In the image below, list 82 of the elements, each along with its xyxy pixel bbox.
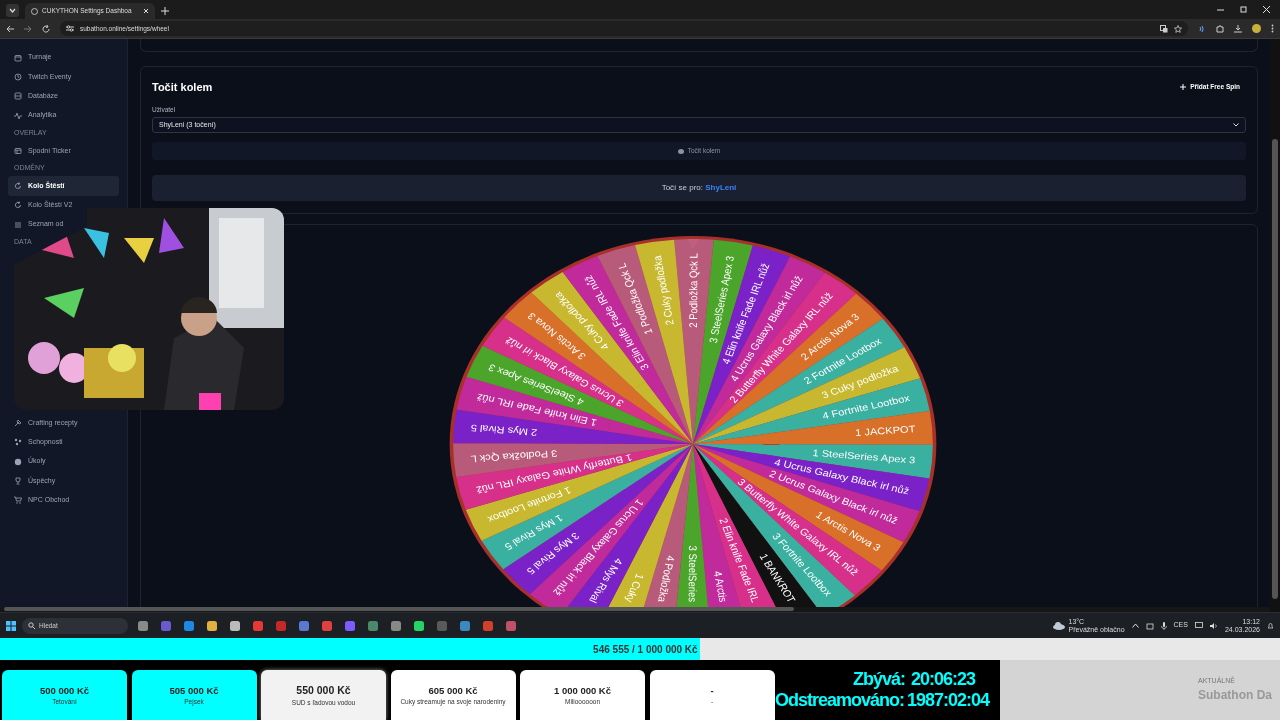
scrollbar[interactable] [1272, 139, 1278, 599]
goal-amount: 550 000 Kč [296, 683, 351, 699]
timer-value: 1987:02:04 [907, 690, 990, 711]
app-icon[interactable] [343, 619, 356, 632]
goal-amount: 500 000 Kč [39, 683, 90, 698]
segment-label: 1 JACKPOT [854, 424, 916, 439]
segment-label: 2 Podložka Qck L [687, 253, 700, 328]
chevron-up-icon[interactable] [1131, 623, 1139, 628]
translate-icon[interactable] [1160, 24, 1168, 33]
globe-icon [31, 7, 38, 15]
app-icon[interactable] [320, 619, 333, 632]
minimize-icon[interactable] [1217, 6, 1224, 13]
avatar-icon[interactable] [1252, 24, 1261, 33]
progress-text: 546 555 / 1 000 000 Kč [593, 642, 698, 657]
cloud-icon [1052, 621, 1065, 630]
pulse-icon [14, 111, 22, 120]
panel-icon [14, 146, 22, 155]
forward-icon[interactable] [24, 24, 32, 33]
segment-label: 3 Podložka Qck L [470, 448, 558, 465]
panel-title: Točit kolem [152, 80, 213, 95]
app-icon[interactable] [136, 619, 149, 632]
chevron-down-icon [1233, 123, 1239, 128]
database-icon [14, 92, 22, 101]
reload-icon[interactable] [42, 24, 50, 33]
segment-label: 2 Cuky podložka [651, 255, 676, 327]
app-icon[interactable] [205, 619, 218, 632]
tray-icon[interactable] [1145, 621, 1154, 630]
site-info-icon [66, 25, 74, 32]
hammer-icon [14, 419, 22, 428]
timer-value: 20:06:23 [911, 669, 976, 690]
restore-icon[interactable] [1240, 6, 1247, 13]
segment-label: 1 SteelSeries Apex 3 [812, 447, 916, 466]
download-icon[interactable] [1234, 24, 1242, 33]
circle-icon [14, 457, 22, 466]
refresh-icon [14, 182, 22, 191]
back-icon[interactable] [6, 24, 14, 33]
segment-label: 4 Arctis [711, 570, 730, 604]
speaker-icon[interactable] [1209, 621, 1218, 630]
app-icon[interactable] [458, 619, 471, 632]
app-icon[interactable] [504, 619, 517, 632]
plus-icon [1180, 84, 1187, 91]
new-tab-icon[interactable] [161, 7, 169, 15]
goal-amount: 605 000 Kč [428, 683, 478, 698]
windows-icon[interactable] [6, 620, 16, 631]
app-icon[interactable] [389, 619, 402, 632]
star-icon[interactable] [1174, 24, 1182, 33]
app-icon[interactable] [228, 619, 241, 632]
app-icon[interactable] [182, 619, 195, 632]
monitor-icon[interactable] [1194, 622, 1203, 629]
close-icon[interactable] [1263, 6, 1270, 13]
timer-label: Zbývá: [853, 669, 906, 690]
timer-label: Odstreamováno: [775, 690, 905, 711]
list-icon [14, 220, 22, 229]
refresh-icon [14, 201, 22, 210]
app-icon[interactable] [412, 619, 425, 632]
dot-icon [677, 148, 684, 154]
segment-label: 4 Podložka [655, 555, 677, 604]
now-text: Subathon Da [1198, 687, 1273, 705]
segment-label: 2 Mys Rival 5 [470, 422, 538, 438]
dots-icon [14, 438, 22, 447]
spinning-for-text: Točí se pro: ShyLeni [661, 182, 737, 195]
pointer-icon [687, 239, 699, 250]
menu-icon[interactable] [1271, 24, 1274, 33]
close-icon[interactable] [143, 8, 149, 14]
chevron-down-icon [9, 8, 16, 13]
bell-icon[interactable] [1267, 621, 1274, 630]
tab-list-button[interactable] [6, 4, 19, 17]
goal-amount: 1 000 000 Kč [553, 683, 611, 698]
scrollbar[interactable] [4, 607, 794, 611]
calendar-icon [14, 53, 22, 62]
app-icon[interactable] [297, 619, 310, 632]
search-icon [28, 622, 35, 629]
app-icon[interactable] [366, 619, 379, 632]
app-icon[interactable] [251, 619, 264, 632]
goal-amount: 505 000 Kč [169, 683, 219, 698]
cart-icon [14, 496, 22, 505]
goal-amount: - [710, 683, 714, 698]
trophy-icon [14, 476, 22, 485]
broadcast-icon[interactable] [1198, 24, 1206, 33]
clock-icon [14, 72, 22, 81]
segment-label: 1 Cuky [623, 572, 646, 604]
segment-label: 3 SteelSeries [686, 545, 699, 603]
